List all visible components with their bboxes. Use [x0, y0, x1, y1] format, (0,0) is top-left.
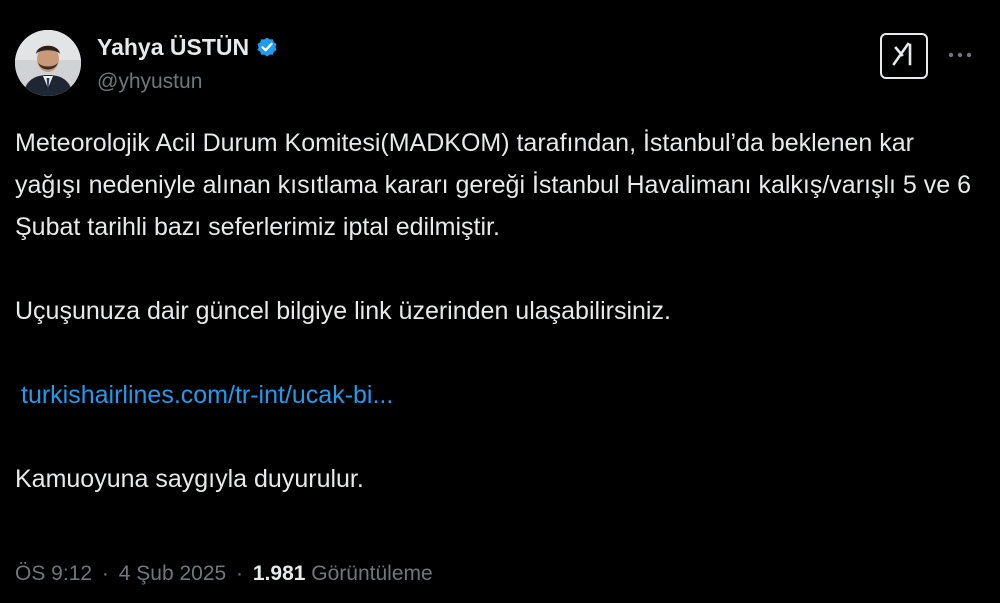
- meta-separator: ·: [236, 562, 244, 585]
- author-display-name[interactable]: Yahya ÜSTÜN: [97, 34, 249, 60]
- grok-button[interactable]: [880, 33, 928, 79]
- tweet-text: Meteorolojik Acil Durum Komitesi(MADKOM)…: [15, 122, 975, 500]
- tweet-date[interactable]: 4 Şub 2025: [119, 562, 226, 585]
- avatar[interactable]: [15, 30, 81, 96]
- author-name-row: Yahya ÜSTÜN: [97, 34, 279, 60]
- more-horizontal-icon: [947, 46, 973, 64]
- more-options-button[interactable]: [944, 40, 976, 70]
- views-label: Görüntüleme: [311, 562, 433, 585]
- tweet-paragraph-2: Uçuşunuza dair güncel bilgiye link üzeri…: [15, 297, 671, 325]
- tweet-metadata: ÖS 9:12 · 4 Şub 2025 · 1.981 Görüntüleme: [15, 560, 433, 588]
- verified-badge-icon[interactable]: [255, 35, 279, 59]
- tweet-link[interactable]: turkishairlines.com/tr-int/ucak-bi...: [21, 381, 393, 409]
- author-handle[interactable]: @yhyustun: [97, 70, 202, 94]
- grok-icon: [889, 39, 919, 74]
- tweet-paragraph-1: Meteorolojik Acil Durum Komitesi(MADKOM)…: [15, 129, 972, 241]
- views-count: 1.981: [252, 562, 306, 585]
- tweet-paragraph-3: Kamuoyuna saygıyla duyurulur.: [15, 465, 364, 493]
- avatar-image: [15, 30, 81, 96]
- meta-separator: ·: [101, 562, 109, 585]
- tweet-card: Yahya ÜSTÜN @yhyustun Meteorolojik Acil …: [0, 0, 1000, 603]
- tweet-time[interactable]: ÖS 9:12: [15, 562, 92, 585]
- tweet-link-paragraph: turkishairlines.com/tr-int/ucak-bi...: [15, 374, 975, 416]
